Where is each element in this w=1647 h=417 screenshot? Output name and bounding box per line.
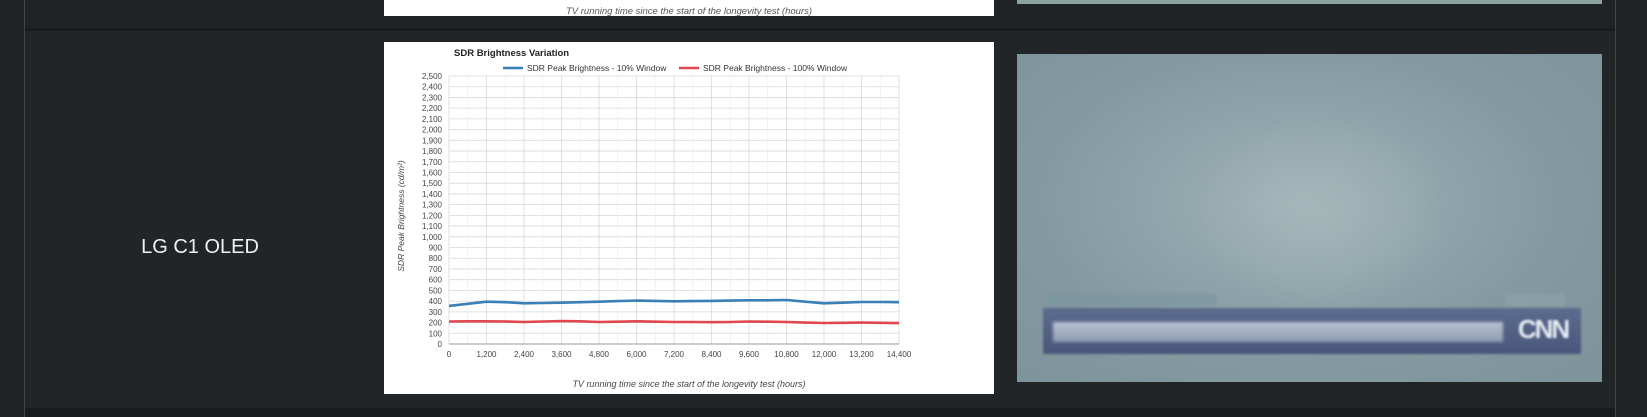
y-tick-label: 800 <box>429 254 443 263</box>
y-tick-label: 1,600 <box>422 168 443 177</box>
y-tick-label: 1,900 <box>422 136 443 145</box>
y-tick-label: 500 <box>429 286 443 295</box>
y-tick-label: 400 <box>429 297 443 306</box>
chart-title: SDR Brightness Variation <box>454 48 569 59</box>
y-tick-label: 900 <box>429 244 443 253</box>
legend-label: SDR Peak Brightness - 10% Window <box>527 63 667 73</box>
x-tick-label: 2,400 <box>514 350 535 359</box>
y-tick-label: 2,300 <box>422 93 443 102</box>
channel-logo-icon: CNN <box>1517 314 1570 344</box>
x-tick-label: 7,200 <box>664 350 685 359</box>
series-line-100-window <box>448 319 900 325</box>
legend-label: SDR Peak Brightness - 100% Window <box>703 63 848 73</box>
x-tick-label: 4,800 <box>589 350 610 359</box>
y-tick-label: 1,500 <box>422 179 443 188</box>
y-tick-label: 2,000 <box>422 126 443 135</box>
x-tick-label: 13,200 <box>849 350 874 359</box>
tv-screen-photo: CNN <box>1017 54 1602 382</box>
brightness-chart: 0 100 200 300 400 500 600 700 800 900 1,000 1,100 1,… <box>384 42 994 394</box>
previous-chart-image: TV running time since the start of the l… <box>384 0 994 17</box>
y-tick-label: 1,300 <box>422 201 443 210</box>
y-tick-label: 1,700 <box>422 158 443 167</box>
y-tick-label: 2,100 <box>422 115 443 124</box>
x-tick-label: 3,600 <box>551 350 572 359</box>
previous-chart-xlabel: TV running time since the start of the l… <box>565 6 813 17</box>
y-tick-label: 0 <box>438 340 443 349</box>
y-tick-label: 100 <box>429 329 443 338</box>
x-tick-label: 1,200 <box>476 350 497 359</box>
y-tick-label: 1,100 <box>422 222 443 231</box>
x-tick-label: 10,800 <box>774 350 799 359</box>
y-tick-label: 2,400 <box>422 83 443 92</box>
y-tick-label: 600 <box>429 276 443 285</box>
chart-y-axis-label: SDR Peak Brightness (cd/m²) <box>396 160 406 272</box>
y-tick-label: 1,200 <box>422 211 443 220</box>
model-name: LG C1 OLED <box>141 236 259 258</box>
chart-legend: SDR Peak Brightness - 10% Window SDR Peak… <box>503 63 848 73</box>
x-tick-label: 14,400 <box>887 350 912 359</box>
y-tick-label: 1,400 <box>422 190 443 199</box>
x-tick-label: 0 <box>447 350 452 359</box>
y-tick-label: 1,000 <box>422 233 443 242</box>
x-tick-label: 8,400 <box>701 350 722 359</box>
brightness-chart-svg: 01002003004005006007008009001,0001,1001,… <box>396 48 912 389</box>
x-tick-label: 6,000 <box>626 350 647 359</box>
y-tick-label: 200 <box>429 319 443 328</box>
y-tick-label: 2,200 <box>422 104 443 113</box>
previous-table-row: TV running time since the start of the l… <box>25 0 1615 28</box>
y-tick-label: 1,800 <box>422 147 443 156</box>
row-divider <box>25 408 1615 417</box>
y-tick-label: 300 <box>429 308 443 317</box>
previous-photo-image <box>1017 0 1602 4</box>
y-tick-label: 700 <box>429 265 443 274</box>
chart-x-axis-label: TV running time since the start of the l… <box>572 379 805 389</box>
y-tick-label: 2,500 <box>422 72 443 81</box>
table-frame: TV running time since the start of the l… <box>24 0 1616 417</box>
x-tick-label: 9,600 <box>739 350 760 359</box>
x-tick-label: 12,000 <box>812 350 837 359</box>
